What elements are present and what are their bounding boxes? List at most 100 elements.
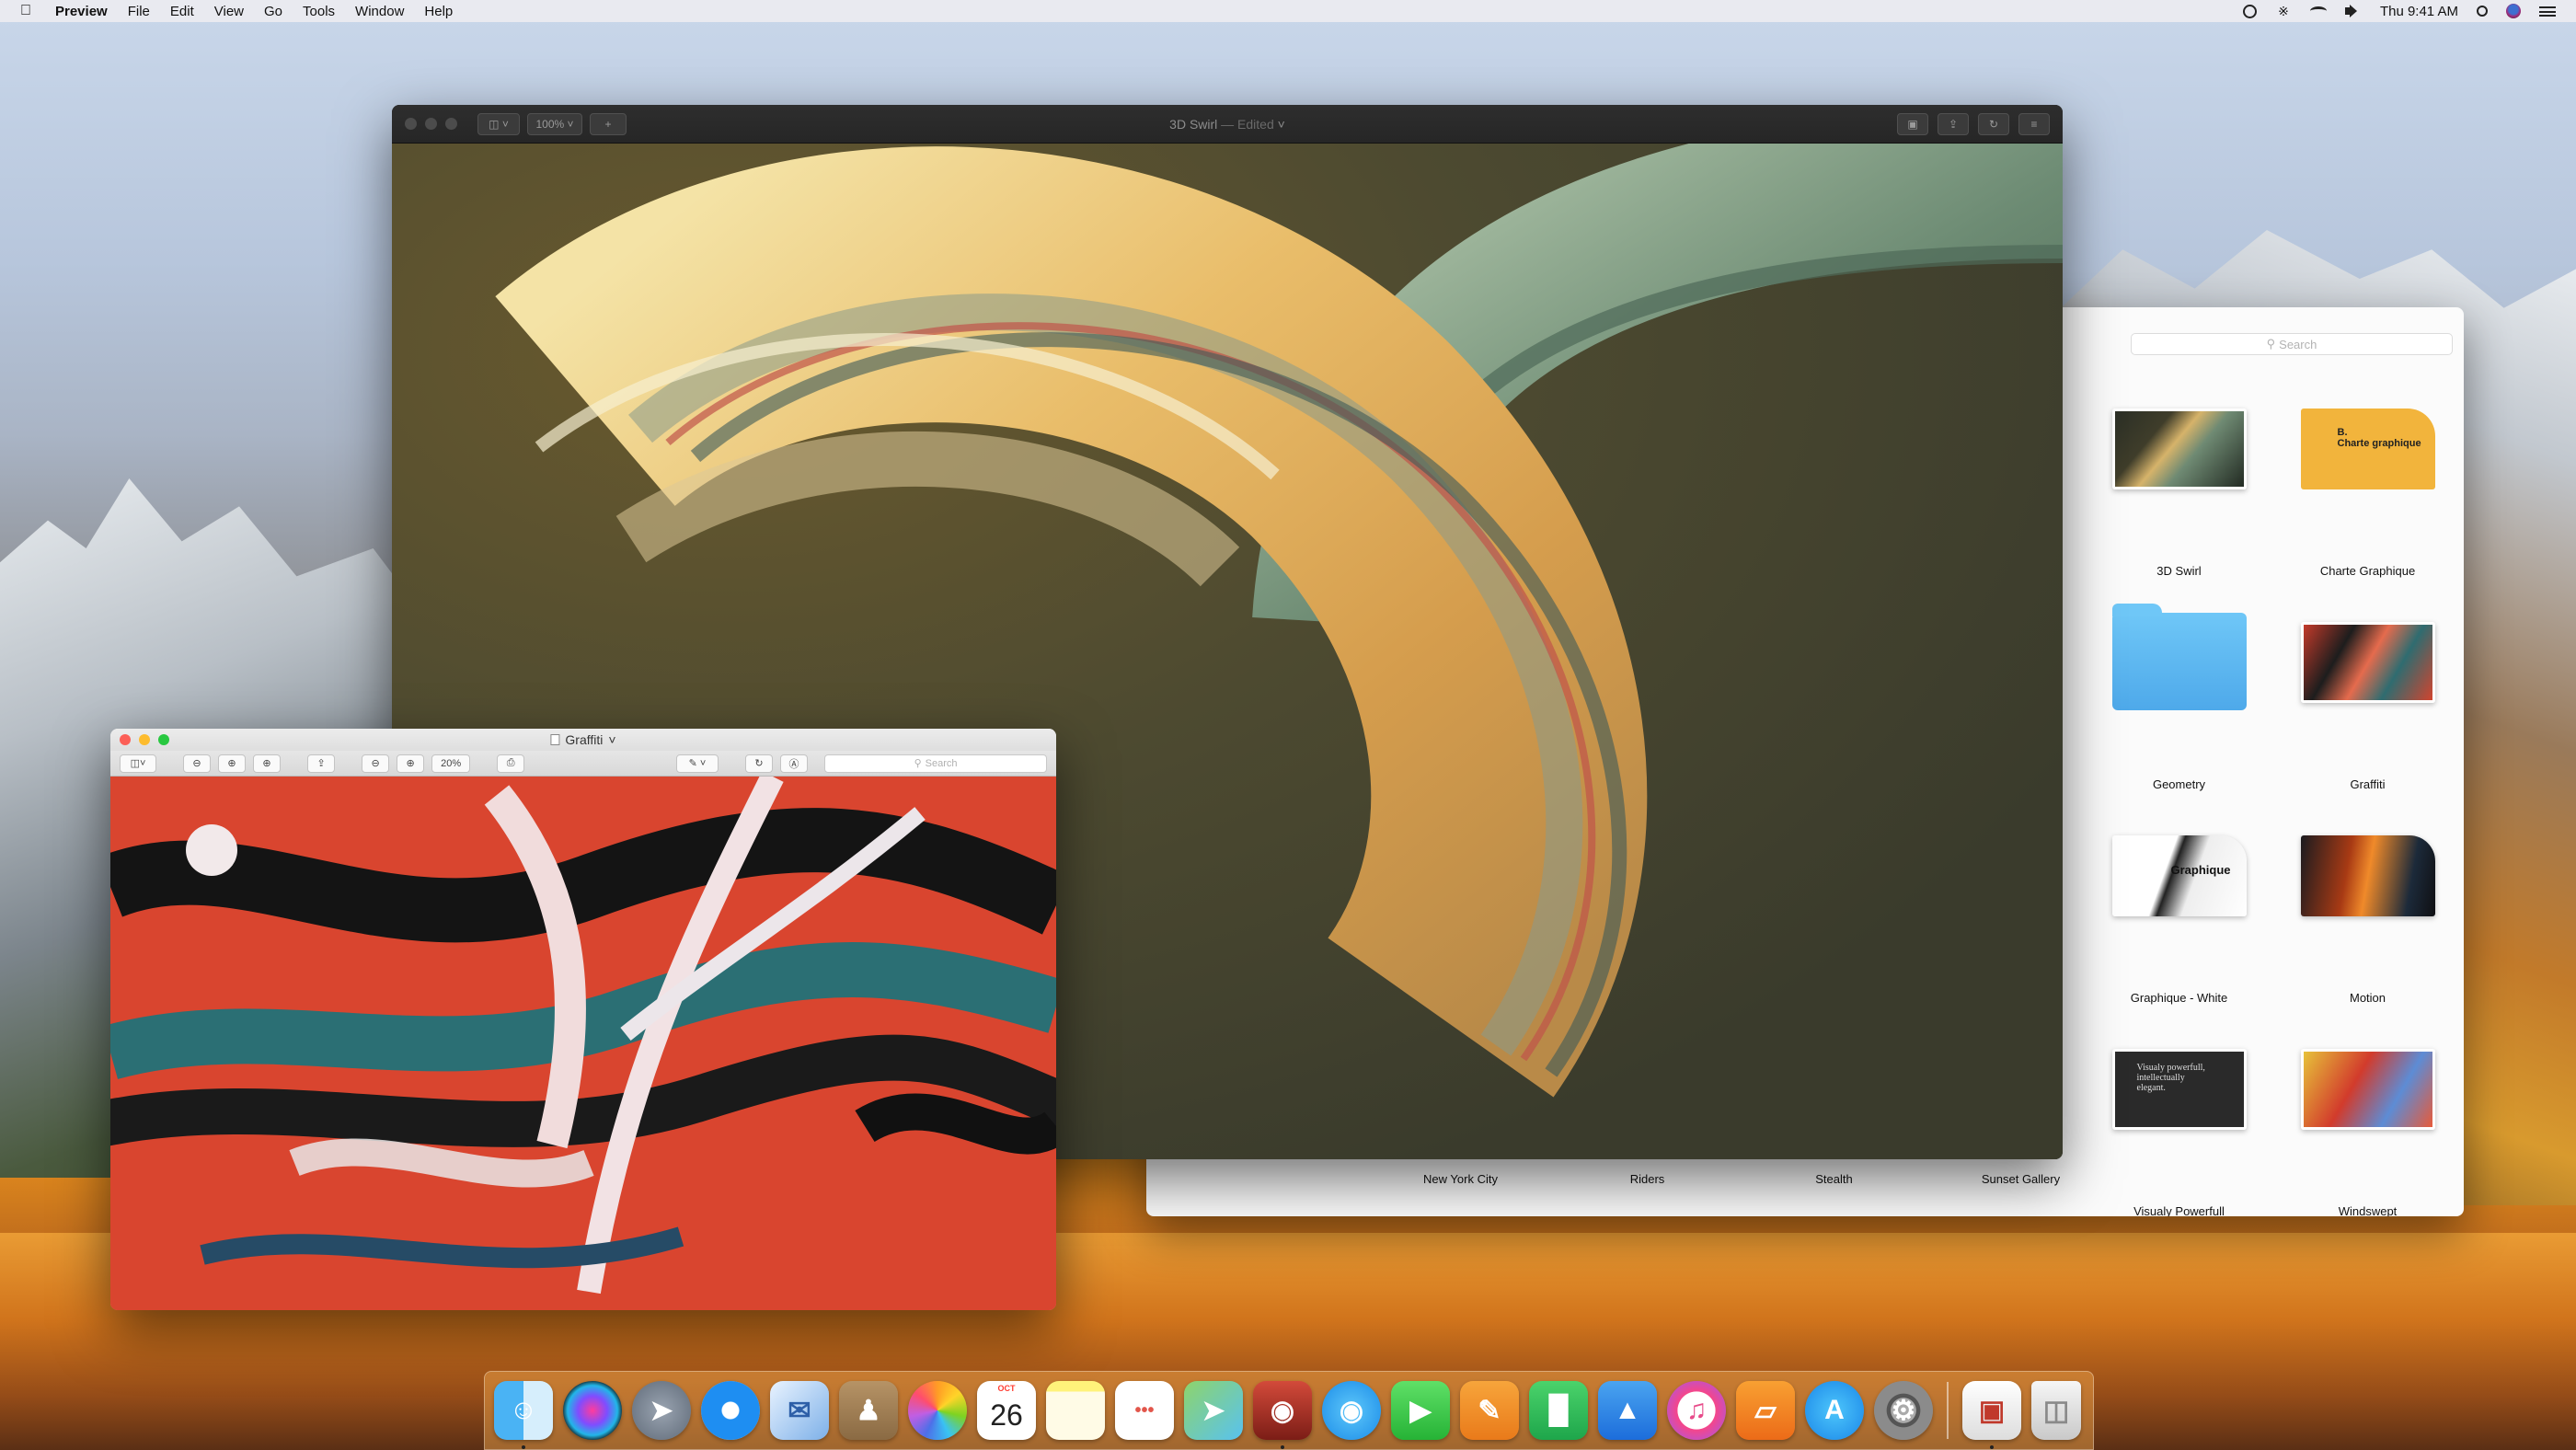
crop-button[interactable]: ▣	[1897, 112, 1928, 135]
reminders-icon: •••	[1134, 1399, 1155, 1421]
wifi-icon[interactable]	[2309, 6, 2327, 16]
minimize-button[interactable]	[425, 118, 437, 130]
browser-tile-3d-swirl[interactable]: 3D Swirl	[2085, 381, 2273, 594]
menu-edit[interactable]: Edit	[170, 4, 194, 19]
zoom-out-icon: ⊖	[371, 758, 380, 769]
thumbnail-text: B. Charte graphique	[2337, 427, 2421, 449]
calendar-month: OCT	[997, 1384, 1016, 1393]
zoom-in-button-2[interactable]: ⊕	[397, 754, 425, 773]
crop-icon: ▣	[1907, 117, 1918, 131]
zoom-dropdown[interactable]: 100% ˅	[527, 112, 582, 135]
zoom-level-field[interactable]: 20%	[431, 754, 471, 773]
dock-safari[interactable]	[701, 1381, 760, 1440]
dock-calendar[interactable]: OCT 26	[977, 1381, 1036, 1440]
window-controls	[405, 118, 457, 130]
dock-mail[interactable]: ✉	[770, 1381, 829, 1440]
window-title[interactable]: 3D Swirl — Edited ˅	[1169, 117, 1285, 132]
volume-icon[interactable]	[2344, 5, 2362, 17]
print-button[interactable]: ⎙	[497, 754, 525, 773]
menubar-clock[interactable]: Thu 9:41 AM	[2380, 4, 2458, 19]
dock-launchpad[interactable]: ➤	[632, 1381, 691, 1440]
share-button[interactable]: ⇪	[307, 754, 336, 773]
adjust-button[interactable]: ≡	[2018, 112, 2050, 135]
dock-numbers[interactable]: █	[1529, 1381, 1588, 1440]
menu-help[interactable]: Help	[424, 4, 453, 19]
zoom-button[interactable]	[445, 118, 457, 130]
search-icon: ⚲	[914, 758, 922, 769]
dock-photos[interactable]	[908, 1381, 967, 1440]
window-title[interactable]: Graffiti ˅	[550, 732, 616, 747]
browser-tile-new-york-city[interactable]: New York City	[1367, 1172, 1554, 1186]
sidebar-icon: ◫ ˅	[489, 117, 509, 131]
dock-messages[interactable]: ◉	[1322, 1381, 1381, 1440]
rotate-button[interactable]: ↻	[1978, 112, 2009, 135]
zoom-button[interactable]	[158, 734, 169, 745]
status-menus: ※ Thu 9:41 AM	[2242, 4, 2556, 19]
time-machine-icon[interactable]	[2242, 4, 2257, 18]
bluetooth-icon[interactable]: ※	[2275, 5, 2292, 17]
close-button[interactable]	[405, 118, 417, 130]
dock-app-store[interactable]: A	[1805, 1381, 1864, 1440]
browser-tile-stealth[interactable]: Stealth	[1741, 1172, 1927, 1186]
user-icon[interactable]	[2506, 4, 2521, 18]
markup-button[interactable]: ✎ ˅	[675, 754, 719, 773]
dock-photo-booth[interactable]: ◉	[1253, 1381, 1312, 1449]
rotate-button[interactable]: ↻	[745, 754, 774, 773]
browser-tile-sunset-gallery[interactable]: Sunset Gallery	[1927, 1172, 2114, 1186]
search-field[interactable]: ⚲ Search	[824, 754, 1048, 773]
dock-pages[interactable]: ✎	[1460, 1381, 1519, 1440]
dock-contacts[interactable]: ♟	[839, 1381, 898, 1440]
sidebar-toggle-button[interactable]: ◫˅	[120, 754, 156, 773]
browser-search-field[interactable]: ⚲ Search	[2131, 333, 2453, 355]
zoom-fit-button[interactable]: ⊕	[253, 754, 282, 773]
spotlight-icon[interactable]	[2477, 6, 2488, 17]
dock-trash[interactable]: ◫	[2031, 1381, 2081, 1440]
zoom-in-icon: ⊕	[406, 758, 415, 769]
image-canvas[interactable]	[110, 777, 1056, 1310]
dock-keynote[interactable]: ▲	[1598, 1381, 1657, 1440]
pen-icon: ✎	[1478, 1395, 1501, 1426]
chevron-down-icon: ˅	[1277, 116, 1285, 132]
dock-finder[interactable]: ☺	[494, 1381, 553, 1449]
menu-tools[interactable]: Tools	[303, 4, 335, 19]
apple-menu-icon[interactable]: 	[20, 3, 31, 19]
menu-view[interactable]: View	[214, 4, 244, 19]
mail-icon: ✉	[788, 1395, 811, 1426]
menu-window[interactable]: Window	[355, 4, 404, 19]
zoom-out-button-2[interactable]: ⊖	[362, 754, 390, 773]
annotate-button[interactable]: Ⓐ	[780, 754, 809, 773]
dock-reminders[interactable]: •••	[1115, 1381, 1174, 1440]
sidebar-toggle-button[interactable]: ◫ ˅	[477, 112, 520, 135]
thumbnail-text: Graphique	[2170, 863, 2231, 877]
dock-facetime[interactable]: ▶	[1391, 1381, 1450, 1440]
browser-tile-motion[interactable]: Motion	[2273, 808, 2462, 1021]
close-button[interactable]	[120, 734, 131, 745]
browser-tile-graphique-white[interactable]: Graphique Graphique - White	[2085, 808, 2273, 1021]
window-titlebar: Graffiti ˅	[110, 729, 1056, 751]
browser-tile-riders[interactable]: Riders	[1554, 1172, 1741, 1186]
dock-itunes[interactable]: ♫	[1667, 1381, 1726, 1440]
menu-app-name[interactable]: Preview	[55, 4, 108, 19]
browser-tile-charte-graphique[interactable]: B. Charte graphique Charte Graphique	[2273, 381, 2462, 594]
zoom-in-button[interactable]: ⊕	[218, 754, 247, 773]
menu-go[interactable]: Go	[264, 4, 282, 19]
dock-notes[interactable]	[1046, 1381, 1105, 1440]
trash-icon: ◫	[2042, 1395, 2070, 1426]
menu-file[interactable]: File	[128, 4, 150, 19]
zoom-out-button[interactable]: ⊖	[183, 754, 212, 773]
share-button[interactable]: ⇪	[1938, 112, 1969, 135]
minimize-button[interactable]	[139, 734, 150, 745]
browser-tile-visualy-powerfull[interactable]: Visualy powerfull, intellectually elegan…	[2085, 1021, 2273, 1216]
browser-tile-windswept[interactable]: Windswept	[2273, 1021, 2462, 1216]
printer-icon: ⎙	[506, 757, 515, 768]
browser-tile-graffiti[interactable]: Graffiti	[2273, 594, 2462, 808]
tile-label: Visualy Powerfull	[2133, 1204, 2225, 1216]
dock-maps[interactable]: ➤	[1184, 1381, 1243, 1440]
browser-tile-geometry[interactable]: Geometry	[2085, 594, 2273, 808]
dock-preview[interactable]: ▣	[1962, 1381, 2021, 1449]
dock-ibooks[interactable]: ▱	[1736, 1381, 1795, 1440]
add-button[interactable]: +	[590, 112, 627, 135]
dock-siri[interactable]	[563, 1381, 622, 1440]
notification-center-icon[interactable]	[2539, 6, 2556, 17]
dock-system-preferences[interactable]: ⚙	[1874, 1381, 1933, 1440]
